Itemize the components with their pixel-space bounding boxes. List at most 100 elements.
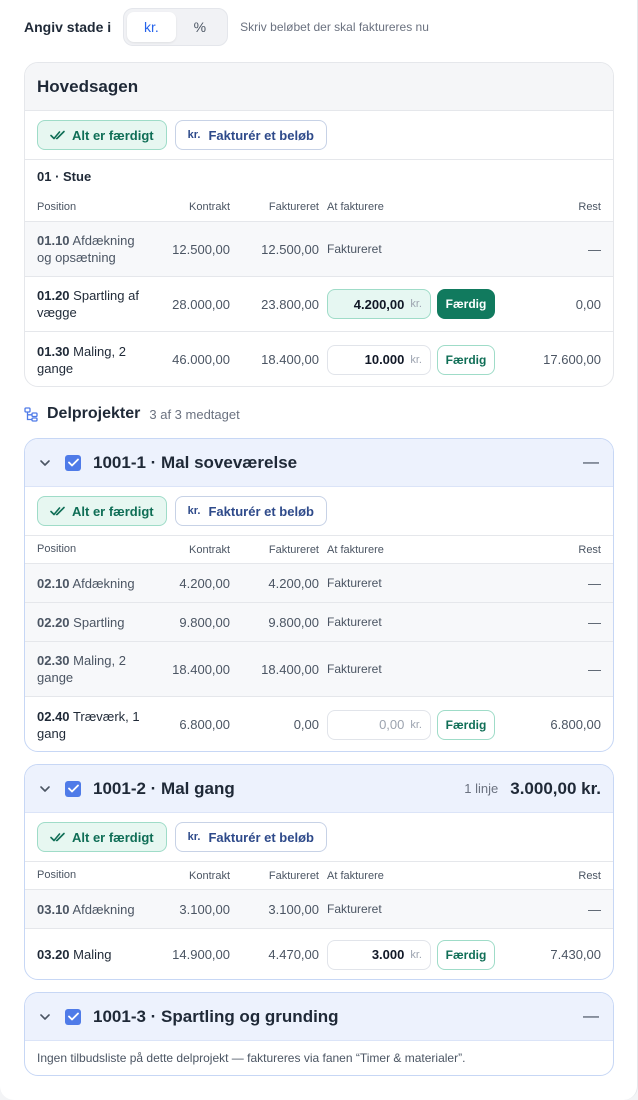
subproject-actions: Alt er færdigt kr. Fakturér et beløb (25, 487, 613, 535)
entry-mode-hint: Skriv beløbet der skal faktureres nu (240, 20, 429, 34)
subproject-summary: — (583, 453, 599, 471)
main-case-card: Hovedsagen Alt er færdigt kr. Fakturér e… (24, 62, 614, 387)
main-case-header: Hovedsagen (25, 63, 613, 111)
col-at-fakturere: At fakturere (327, 201, 384, 213)
position-name: Spartling (73, 614, 125, 630)
check-icon (67, 1012, 79, 1021)
amount-input[interactable]: 4.200,00 kr. (327, 289, 431, 319)
faktureret-value: 23.800,00 (261, 296, 319, 312)
include-checkbox[interactable] (65, 780, 81, 797)
check-icon (67, 784, 79, 793)
entry-mode-toggle: kr. % (123, 8, 229, 46)
invoice-amount-label: Fakturér et beløb (208, 503, 314, 519)
currency-icon: kr. (187, 831, 201, 843)
subproject-header[interactable]: 1001-2 · Mal gang 1 linje 3.000,00 kr. (25, 765, 613, 813)
amount-input[interactable]: 0,00 kr. (327, 709, 431, 740)
section-label: 01 · Stue (25, 159, 613, 193)
col-position: Position (37, 200, 77, 213)
amount-value: 10.000 (364, 352, 405, 367)
done-toggle-button[interactable]: Færdig (437, 289, 495, 319)
subprojects-count: 3 af 3 medtaget (149, 406, 240, 422)
chevron-down-icon[interactable] (37, 1009, 53, 1025)
entry-mode-bar: Angiv stade i kr. % Skriv beløbet der sk… (24, 8, 429, 46)
position-name: Afdækning (72, 901, 135, 917)
rest-value: — (588, 901, 601, 917)
faktureret-value: 9.800,00 (268, 614, 319, 630)
all-done-button[interactable]: Alt er færdigt (37, 822, 167, 852)
invoice-amount-label: Fakturér et beløb (208, 127, 314, 143)
chevron-down-icon[interactable] (37, 781, 53, 797)
position-name: Maling (73, 947, 112, 962)
rest-value: 6.800,00 (550, 717, 601, 732)
kontrakt-value: 4.200,00 (179, 575, 230, 591)
col-faktureret: Faktureret (268, 201, 319, 213)
done-toggle-button[interactable]: Færdig (437, 344, 495, 375)
table-row: 02.10 Afdækning 4.200,00 4.200,00 Faktur… (25, 564, 613, 603)
invoiced-status: Faktureret (327, 902, 382, 916)
all-done-label: Alt er færdigt (72, 503, 154, 519)
main-case-actions: Alt er færdigt kr. Fakturér et beløb (25, 111, 613, 159)
position-code: 02.20 (37, 614, 70, 630)
rest-value: — (588, 575, 601, 591)
rest-value: — (588, 661, 601, 677)
currency-icon: kr. (187, 505, 201, 517)
subproject-header[interactable]: 1001-3 · Spartling og grunding — (25, 993, 613, 1041)
amount-unit: kr. (410, 948, 422, 961)
invoice-amount-button[interactable]: kr. Fakturér et beløb (174, 120, 327, 150)
chevron-down-icon[interactable] (37, 455, 53, 471)
subprojects-title: Delprojekter (47, 405, 141, 422)
subproject-card: 1001-2 · Mal gang 1 linje 3.000,00 kr. A… (24, 764, 614, 980)
include-checkbox[interactable] (65, 1008, 81, 1025)
subproject-total: 3.000,00 kr. (510, 778, 601, 798)
subprojects-heading: Delprojekter 3 af 3 medtaget (24, 402, 240, 426)
table-header: Position Kontrakt Faktureret At fakturer… (25, 861, 613, 890)
check-icon (67, 458, 79, 467)
invoiced-status: Faktureret (327, 576, 382, 590)
invoice-page: Angiv stade i kr. % Skriv beløbet der sk… (0, 0, 638, 1100)
main-case-title: Hovedsagen (37, 76, 139, 96)
all-done-label: Alt er færdigt (72, 127, 154, 143)
col-faktureret: Faktureret (268, 543, 319, 556)
all-done-button[interactable]: Alt er færdigt (37, 120, 167, 150)
col-rest: Rest (578, 543, 601, 556)
position-code: 02.40 (37, 708, 70, 724)
currency-icon: kr. (187, 129, 201, 141)
col-at-fakturere: At fakturere (327, 543, 384, 556)
mode-option-kr[interactable]: kr. (127, 12, 176, 42)
done-toggle-button[interactable]: Færdig (437, 709, 495, 740)
mode-option-percent[interactable]: % (176, 12, 225, 42)
invoice-amount-button[interactable]: kr. Fakturér et beløb (174, 822, 327, 852)
invoice-amount-button[interactable]: kr. Fakturér et beløb (174, 496, 327, 526)
invoiced-status: Faktureret (327, 662, 382, 676)
kontrakt-value: 14.900,00 (172, 947, 230, 962)
table-row: 02.40 Træværk, 1 gang 6.800,00 0,00 0,00… (25, 697, 613, 751)
faktureret-value: 3.100,00 (268, 901, 319, 917)
subproject-header[interactable]: 1001-1 · Mal soveværelse — (25, 439, 613, 487)
include-checkbox[interactable] (65, 454, 81, 471)
subproject-title: 1001-2 · Mal gang (93, 778, 235, 798)
faktureret-value: 4.470,00 (268, 947, 319, 962)
table-row: 02.30 Maling, 2 gange 18.400,00 18.400,0… (25, 642, 613, 697)
amount-unit: kr. (410, 718, 422, 731)
kontrakt-value: 18.400,00 (172, 661, 230, 677)
amount-unit: kr. (410, 298, 422, 310)
col-position: Position (37, 543, 77, 555)
done-toggle-button[interactable]: Færdig (437, 939, 495, 970)
all-done-button[interactable]: Alt er færdigt (37, 496, 167, 526)
invoice-amount-label: Fakturér et beløb (208, 829, 314, 845)
entry-mode-label: Angiv stade i (24, 19, 112, 35)
amount-input[interactable]: 10.000 kr. (327, 344, 431, 375)
subproject-title: 1001-1 · Mal soveværelse (93, 452, 298, 472)
subproject-card: 1001-3 · Spartling og grunding — Ingen t… (24, 992, 614, 1076)
double-check-icon (50, 130, 65, 140)
hierarchy-icon (24, 406, 38, 422)
amount-unit: kr. (410, 353, 422, 366)
col-kontrakt: Kontrakt (189, 543, 230, 556)
kontrakt-value: 46.000,00 (172, 352, 230, 367)
position-code: 03.10 (37, 901, 70, 917)
amount-value: 4.200,00 (353, 296, 405, 312)
rest-value: — (588, 614, 601, 630)
amount-input[interactable]: 3.000 kr. (327, 939, 431, 970)
faktureret-value: 4.200,00 (268, 575, 319, 591)
table-header: Position Kontrakt Faktureret At fakturer… (25, 535, 613, 564)
